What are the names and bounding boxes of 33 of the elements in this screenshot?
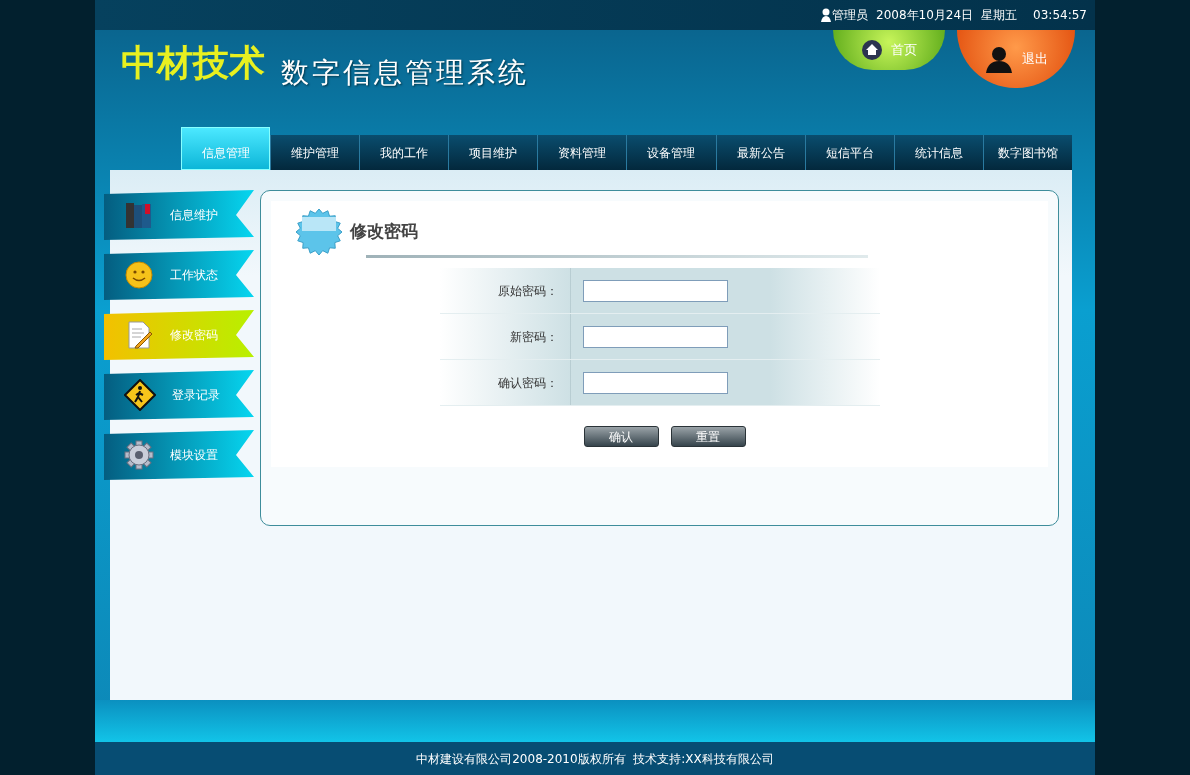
copyright-text: 中材建设有限公司2008-2010版权所有 技术支持:XX科技有限公司 <box>416 750 774 768</box>
form-button[interactable]: 确认 <box>583 426 659 447</box>
field-label: 原始密码： <box>496 282 559 300</box>
nav-tab[interactable]: 数字图书馆 <box>982 135 1072 170</box>
books-icon <box>124 200 154 230</box>
system-title: 数字信息管理系统 <box>281 55 529 91</box>
nav-tab[interactable]: 统计信息 <box>893 135 983 170</box>
nav-tab[interactable]: 维护管理 <box>270 135 360 170</box>
time-text: 03:54:57 <box>1033 7 1087 24</box>
field-label: 新密码： <box>508 328 559 346</box>
gear-icon <box>124 440 154 470</box>
password-field[interactable] <box>582 279 728 302</box>
password-field[interactable] <box>582 325 728 348</box>
pedestrian-sign-icon <box>124 379 156 411</box>
home-icon <box>861 39 883 61</box>
panel-title: 修改密码 <box>350 220 418 244</box>
nav-tab[interactable]: 最新公告 <box>715 135 805 170</box>
nav-tab[interactable]: 设备管理 <box>626 135 716 170</box>
nav-tab[interactable]: 项目维护 <box>448 135 538 170</box>
form-button[interactable]: 重置 <box>670 426 746 447</box>
password-field[interactable] <box>582 371 728 394</box>
nav-tab[interactable]: 资料管理 <box>537 135 627 170</box>
starburst-icon <box>296 209 342 255</box>
brand-logo: 中材技术 <box>120 40 266 85</box>
nav-tab[interactable]: 短信平台 <box>804 135 894 170</box>
field-label: 确认密码： <box>496 374 559 392</box>
user-name: 管理员 <box>832 7 868 24</box>
smiley-icon <box>124 260 154 290</box>
nav-tab[interactable]: 我的工作 <box>359 135 449 170</box>
person-icon <box>984 44 1014 74</box>
date-text: 2008年10月24日 <box>876 7 974 24</box>
user-icon <box>820 8 832 22</box>
weekday-text: 星期五 <box>981 7 1018 24</box>
